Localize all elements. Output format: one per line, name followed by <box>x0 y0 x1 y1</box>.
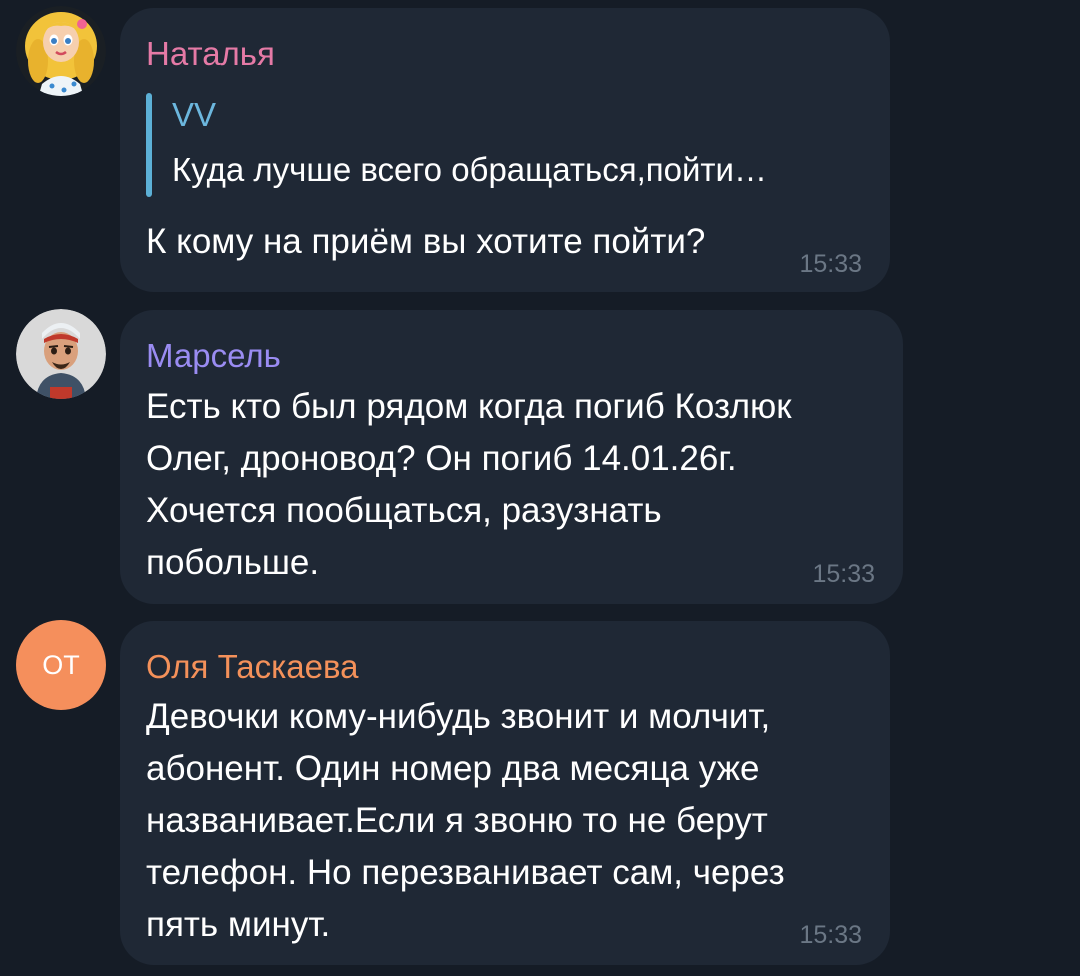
message-bubble[interactable]: Наталья VV Куда лучше всего обращаться,п… <box>120 8 890 292</box>
message-bubble[interactable]: Оля Таскаева Девочки кому-нибудь звонит … <box>120 621 890 965</box>
avatar-olya[interactable]: ОТ <box>16 620 106 710</box>
cartoon-girl-avatar-icon <box>16 6 106 96</box>
sender-name[interactable]: Наталья <box>146 34 275 74</box>
reply-text: Куда лучше всего обращаться,пойти… <box>172 151 767 188</box>
avatar-marsel[interactable] <box>16 309 106 399</box>
message-bubble[interactable]: Марсель Есть кто был рядом когда погиб К… <box>120 310 903 604</box>
reply-quote[interactable]: VV Куда лучше всего обращаться,пойти… <box>146 93 856 199</box>
reply-sender-name: VV <box>172 96 217 133</box>
sender-name[interactable]: Марсель <box>146 336 281 376</box>
avatar-initials: ОТ <box>42 650 80 680</box>
message-time: 15:33 <box>799 250 862 278</box>
sender-name[interactable]: Оля Таскаева <box>146 647 359 687</box>
message-text: Есть кто был рядом когда погиб Козлюк Ол… <box>146 387 792 582</box>
cartoon-boy-avatar-icon <box>16 309 106 399</box>
message-time: 15:33 <box>812 560 875 588</box>
avatar-natalya[interactable] <box>16 6 106 96</box>
message-text: Девочки кому-нибудь звонит и молчит, або… <box>146 697 785 944</box>
message-text: К кому на приём вы хотите пойти? <box>146 222 706 261</box>
message-time: 15:33 <box>799 921 862 949</box>
reply-bar <box>146 93 152 197</box>
